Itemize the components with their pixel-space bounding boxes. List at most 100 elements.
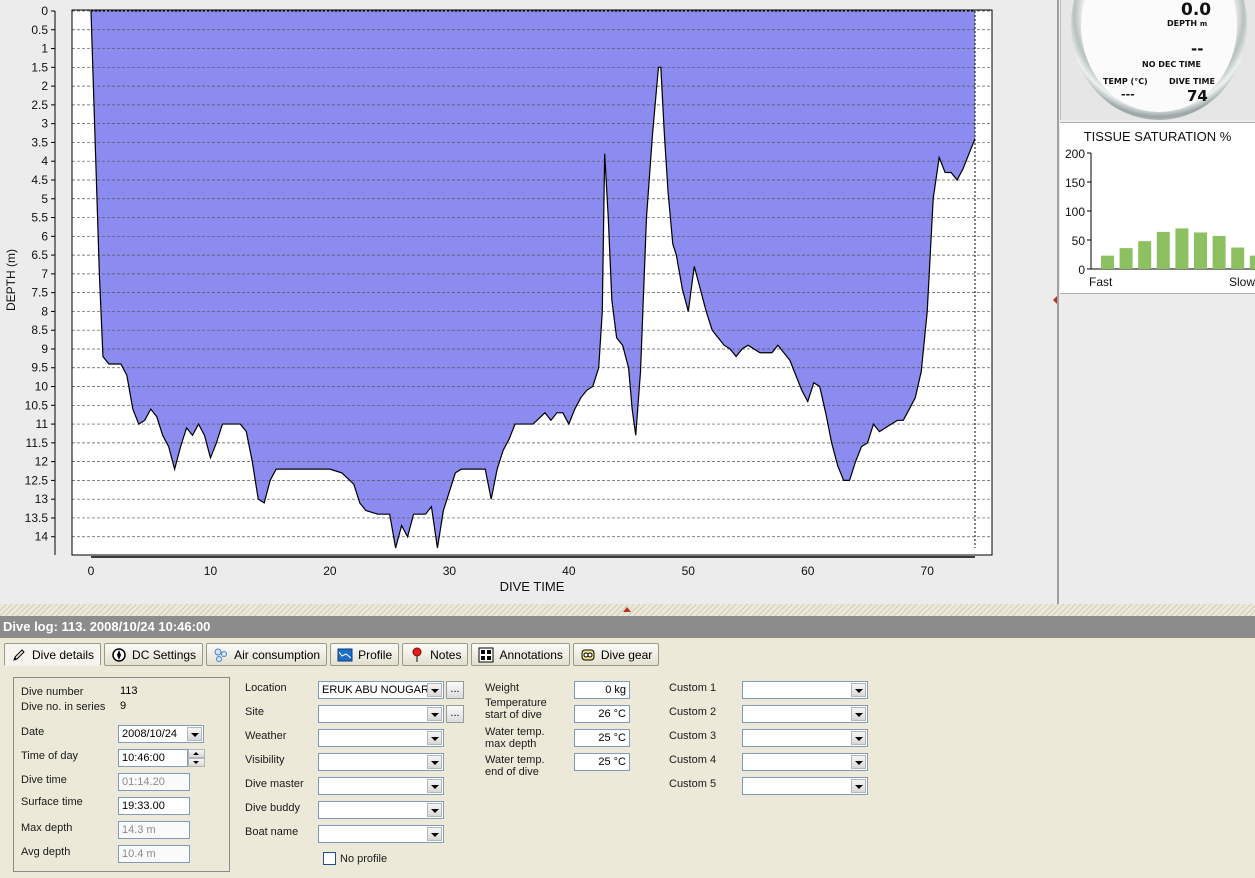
tab-notes[interactable]: Notes	[402, 643, 469, 666]
location-value: ERUK ABU NOUGAR	[322, 684, 429, 696]
chevron-down-icon[interactable]	[851, 707, 866, 721]
tab-label: Notes	[430, 647, 462, 662]
splitter-arrow-icon[interactable]	[623, 607, 631, 612]
custom-5-label: Custom 5	[669, 778, 717, 790]
site-browse-button[interactable]: ...	[446, 705, 464, 723]
tissue-saturation-panel: TISSUE SATURATION % 0 50 100 150 200 Fast Slow	[1060, 122, 1255, 294]
y-tick-label: 1.5	[31, 60, 48, 74]
chevron-down-icon[interactable]	[851, 779, 866, 793]
location-select[interactable]: ERUK ABU NOUGAR	[318, 681, 444, 699]
depth-profile-chart[interactable]: 00.511.522.533.544.555.566.577.588.599.5…	[0, 0, 1057, 604]
visibility-select[interactable]	[318, 753, 444, 771]
temp-start-label-line1: Temperature	[485, 697, 547, 709]
y-tick-label: 10.5	[25, 398, 49, 412]
custom-5-select[interactable]	[742, 777, 868, 795]
chevron-down-icon[interactable]	[427, 803, 442, 817]
vertical-divider[interactable]	[1057, 0, 1059, 604]
spin-down-icon[interactable]	[188, 758, 205, 767]
tissue-slow-label: Slow	[1229, 275, 1255, 289]
location-label: Location	[245, 682, 287, 694]
tissue-y-tick-label: 100	[1065, 205, 1085, 219]
time-spinner[interactable]	[188, 749, 205, 767]
tissue-bar	[1156, 231, 1170, 269]
custom-2-select[interactable]	[742, 705, 868, 723]
temp-max-label-line1: Water temp.	[485, 726, 545, 738]
tissue-fast-label: Fast	[1089, 275, 1113, 289]
max-depth-field: 14.3 m	[118, 821, 190, 839]
weather-select[interactable]	[318, 729, 444, 747]
spin-up-icon[interactable]	[188, 749, 205, 758]
time-of-day-input[interactable]: 10:46:00	[118, 749, 188, 767]
chevron-down-icon[interactable]	[427, 779, 442, 793]
dive-buddy-select[interactable]	[318, 801, 444, 819]
temp-start-input[interactable]: 26 °C	[574, 705, 630, 723]
weight-input[interactable]: 0 kg	[574, 681, 630, 699]
tissue-bar	[1175, 228, 1189, 269]
no-profile-label: No profile	[340, 853, 388, 865]
custom-2-label: Custom 2	[669, 706, 717, 718]
tissue-bar	[1119, 248, 1133, 269]
y-tick-label: 5.5	[31, 211, 48, 225]
gauge-temp-label: TEMP (°C)	[1103, 77, 1148, 86]
site-label: Site	[245, 706, 264, 718]
temp-max-input[interactable]: 25 °C	[574, 729, 630, 747]
chevron-down-icon[interactable]	[851, 683, 866, 697]
tissue-bar	[1101, 255, 1114, 269]
chevron-down-icon[interactable]	[427, 707, 442, 721]
x-tick-label: 30	[443, 564, 457, 578]
y-tick-label: 8.5	[31, 323, 48, 337]
no-profile-checkbox[interactable]	[323, 852, 336, 865]
profile-icon	[337, 647, 353, 663]
tab-dive-gear[interactable]: Dive gear	[572, 643, 660, 666]
dive-master-label: Dive master	[245, 778, 304, 790]
custom-3-select[interactable]	[742, 729, 868, 747]
x-tick-label: 10	[204, 564, 218, 578]
chevron-down-icon[interactable]	[851, 755, 866, 769]
side-panel-empty	[1060, 295, 1255, 604]
series-value: 9	[120, 700, 127, 712]
chevron-down-icon[interactable]	[427, 755, 442, 769]
date-value: 2008/10/24	[122, 728, 178, 740]
chevron-down-icon[interactable]	[427, 731, 442, 745]
temp-start-label-line2: start of dive	[485, 709, 542, 721]
tab-bar: Dive details DC Settings Air consumption…	[4, 643, 660, 667]
dive-number-label: Dive number	[21, 686, 84, 698]
gauge-depth-label-text: DEPTH	[1167, 19, 1198, 28]
pencil-icon	[11, 647, 27, 663]
dive-computer-icon	[111, 647, 127, 663]
y-tick-label: 0	[41, 4, 48, 18]
chevron-down-icon[interactable]	[187, 727, 202, 741]
custom-1-select[interactable]	[742, 681, 868, 699]
custom-1-label: Custom 1	[669, 682, 717, 694]
chevron-down-icon[interactable]	[851, 731, 866, 745]
surface-time-input[interactable]: 19:33.00	[118, 797, 190, 815]
boat-name-select[interactable]	[318, 825, 444, 843]
horizontal-splitter[interactable]	[0, 604, 1255, 616]
y-tick-label: 4	[41, 154, 48, 168]
y-tick-label: 0.5	[31, 23, 48, 37]
chevron-down-icon[interactable]	[427, 683, 442, 697]
tab-annotations[interactable]: Annotations	[471, 643, 570, 666]
tab-label: Profile	[358, 647, 393, 662]
location-browse-button[interactable]: ...	[446, 681, 464, 699]
custom-3-label: Custom 3	[669, 730, 717, 742]
tab-air-consumption[interactable]: Air consumption	[206, 643, 328, 666]
chevron-down-icon[interactable]	[427, 827, 442, 841]
date-label: Date	[21, 726, 45, 738]
temp-start-label: Temperature start of dive	[485, 697, 547, 721]
y-tick-label: 13	[35, 492, 49, 506]
dive-master-select[interactable]	[318, 777, 444, 795]
y-tick-label: 7.5	[31, 286, 48, 300]
dive-buddy-label: Dive buddy	[245, 802, 301, 814]
custom-4-select[interactable]	[742, 753, 868, 771]
weather-label: Weather	[245, 730, 287, 742]
temp-end-input[interactable]: 25 °C	[574, 753, 630, 771]
series-label: Dive no. in series	[21, 701, 106, 713]
date-picker[interactable]: 2008/10/24	[118, 725, 204, 743]
tab-label: Dive details	[32, 647, 95, 662]
tab-dive-details[interactable]: Dive details	[4, 643, 102, 666]
site-select[interactable]	[318, 705, 444, 723]
x-tick-label: 70	[921, 564, 935, 578]
tab-profile[interactable]: Profile	[330, 643, 400, 666]
tab-dc-settings[interactable]: DC Settings	[104, 643, 204, 666]
